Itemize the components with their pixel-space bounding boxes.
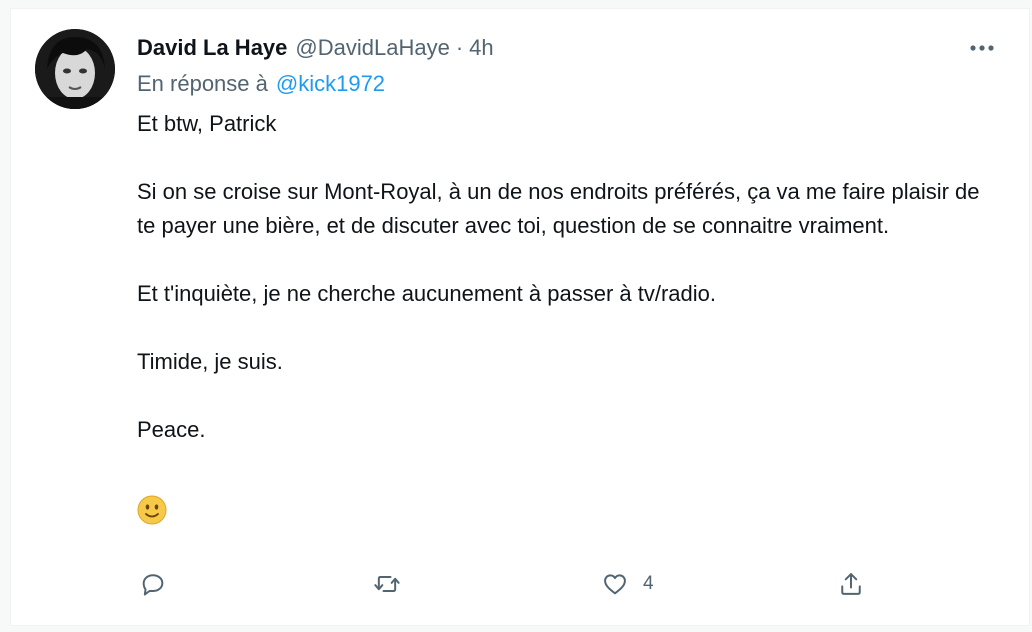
tweet-card[interactable]: David La Haye @DavidLaHaye · 4h En répon… <box>10 8 1030 626</box>
share-button[interactable] <box>837 569 865 599</box>
author-handle[interactable]: @DavidLaHaye <box>295 34 449 62</box>
reply-button[interactable] <box>139 569 167 599</box>
like-button[interactable]: 4 <box>601 569 654 599</box>
author-avatar[interactable] <box>35 29 115 109</box>
author-name[interactable]: David La Haye <box>137 34 287 62</box>
tweet-header: David La Haye @DavidLaHaye · 4h <box>137 34 494 62</box>
tweet-paragraph: Et btw, Patrick <box>137 111 277 136</box>
reply-context: En réponse à @kick1972 <box>137 69 385 99</box>
avatar-photo <box>35 29 115 109</box>
reply-bubble-icon <box>142 574 164 596</box>
heart-icon <box>604 574 626 595</box>
tweet-paragraph: Et t'inquiète, je ne cherche aucunement … <box>137 281 716 306</box>
reply-mention-link[interactable]: @kick1972 <box>276 71 385 96</box>
retweet-icon <box>374 576 400 592</box>
more-options-button[interactable] <box>966 34 998 62</box>
slightly-smiling-face-icon <box>137 495 167 525</box>
tweet-paragraph: Si on se croise sur Mont-Royal, à un de … <box>137 179 980 238</box>
tweet-paragraph: Peace. <box>137 417 206 442</box>
retweet-button[interactable] <box>373 569 401 599</box>
like-count: 4 <box>643 573 654 594</box>
separator-dot: · <box>455 35 464 60</box>
tweet-text: Et btw, Patrick Si on se croise sur Mont… <box>137 107 997 533</box>
tweet-timestamp[interactable]: 4h <box>469 34 493 62</box>
more-horizontal-icon <box>970 45 994 51</box>
tweet-paragraph: Timide, je suis. <box>137 349 283 374</box>
smile-emoji <box>137 495 997 533</box>
reply-prefix: En réponse à <box>137 71 268 96</box>
share-icon <box>841 573 861 595</box>
tweet-actions: 4 <box>137 569 877 599</box>
